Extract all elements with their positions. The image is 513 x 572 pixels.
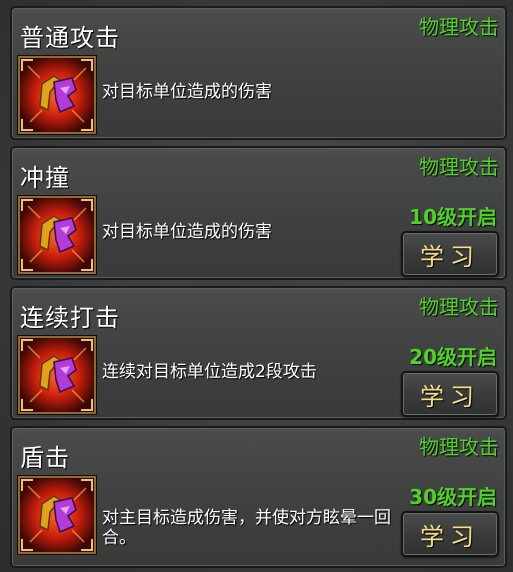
skill-card: 连续打击 物理攻击 连续对目标单位造成2段攻击 20级开启 学习 bbox=[10, 286, 507, 420]
skill-type: 物理攻击 bbox=[419, 15, 499, 39]
fist-strike-icon bbox=[18, 56, 96, 134]
skill-name: 盾击 bbox=[20, 444, 70, 472]
skill-description: 连续对目标单位造成2段攻击 bbox=[102, 362, 317, 382]
skill-description: 对主目标造成伤害，并使对方眩晕一回合。 bbox=[102, 508, 391, 548]
skill-card: 普通攻击 物理攻击 对目标单位造成的伤害 bbox=[10, 6, 507, 140]
skill-card: 盾击 物理攻击 对主目标造成伤害，并使对方眩晕一回合。 30级开启 学习 bbox=[10, 426, 507, 568]
skill-description: 对目标单位造成的伤害 bbox=[102, 82, 272, 102]
skill-type: 物理攻击 bbox=[419, 295, 499, 319]
fist-strike-icon bbox=[18, 476, 96, 554]
learn-button[interactable]: 学习 bbox=[401, 511, 499, 557]
unlock-level: 10级开启 bbox=[409, 205, 497, 229]
unlock-level: 20级开启 bbox=[409, 345, 497, 369]
fist-strike-icon bbox=[18, 196, 96, 274]
fist-strike-icon bbox=[18, 336, 96, 414]
skill-type: 物理攻击 bbox=[419, 435, 499, 459]
skill-description: 对目标单位造成的伤害 bbox=[102, 222, 272, 242]
skill-card: 冲撞 物理攻击 对目标单位造成的伤害 10级开启 学习 bbox=[10, 146, 507, 280]
skill-name: 普通攻击 bbox=[20, 24, 120, 52]
learn-button[interactable]: 学习 bbox=[401, 371, 499, 417]
skill-type: 物理攻击 bbox=[419, 155, 499, 179]
skill-name: 冲撞 bbox=[20, 164, 70, 192]
learn-button[interactable]: 学习 bbox=[401, 231, 499, 277]
unlock-level: 30级开启 bbox=[409, 485, 497, 509]
skill-name: 连续打击 bbox=[20, 304, 120, 332]
